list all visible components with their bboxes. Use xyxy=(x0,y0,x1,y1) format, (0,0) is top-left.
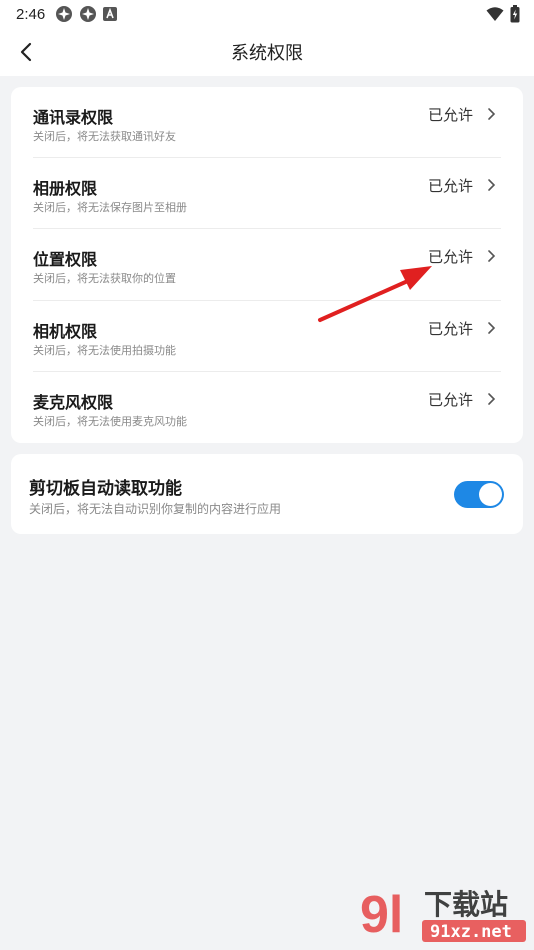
permission-desc: 关闭后，将无法获取你的位置 xyxy=(33,272,176,286)
permission-status: 已允许 xyxy=(427,106,473,124)
permission-desc: 关闭后，将无法获取通讯好友 xyxy=(33,130,176,143)
clipboard-title: 剪切板自动读取功能 xyxy=(29,479,182,499)
status-bar: 2:46 xyxy=(0,0,534,28)
a-letter-notification-icon xyxy=(103,7,118,21)
app-notification-icon xyxy=(80,6,97,22)
permission-title: 相机权限 xyxy=(33,321,98,341)
clipboard-toggle[interactable] xyxy=(454,481,504,508)
watermark-logo-text: 9l xyxy=(360,886,403,944)
permission-title: 麦克风权限 xyxy=(33,392,114,412)
permission-status: 已允许 xyxy=(427,177,473,196)
permission-title: 相册权限 xyxy=(33,179,98,199)
site-watermark: 9l 下载站 91xz.net xyxy=(358,880,528,946)
permission-row-location[interactable]: 位置权限 关闭后，将无法获取你的位置 已允许 xyxy=(33,229,501,301)
chevron-right-icon xyxy=(488,250,496,263)
permission-title: 位置权限 xyxy=(33,250,98,270)
battery-charging-icon xyxy=(510,5,520,23)
page-title: 系统权限 xyxy=(231,43,303,64)
chevron-right-icon xyxy=(488,392,496,405)
permission-row-microphone[interactable]: 麦克风权限 关闭后，将无法使用麦克风功能 已允许 xyxy=(33,372,501,443)
status-icons-right xyxy=(486,5,520,23)
clipboard-desc: 关闭后，将无法自动识别你复制的内容进行应用 xyxy=(29,502,282,516)
chevron-right-icon xyxy=(488,179,496,191)
permissions-card: 通讯录权限 关闭后，将无法获取通讯好友 已允许 相册权限 关闭后，将无法保存图片… xyxy=(11,87,523,443)
toggle-knob xyxy=(479,483,502,506)
permission-desc: 关闭后，将无法使用拍摄功能 xyxy=(33,343,176,357)
permission-row-album[interactable]: 相册权限 关闭后，将无法保存图片至相册 已允许 xyxy=(33,158,501,230)
permission-row-contacts[interactable]: 通讯录权限 关闭后，将无法获取通讯好友 已允许 xyxy=(33,87,501,159)
watermark-site-text: 91xz.net xyxy=(430,922,512,942)
status-icons-left xyxy=(55,5,118,23)
permission-title: 通讯录权限 xyxy=(33,108,114,127)
clipboard-card: 剪切板自动读取功能 关闭后，将无法自动识别你复制的内容进行应用 xyxy=(11,454,523,534)
permission-status: 已允许 xyxy=(427,319,473,338)
chevron-right-icon xyxy=(488,321,496,334)
permission-row-camera[interactable]: 相机权限 关闭后，将无法使用拍摄功能 已允许 xyxy=(33,301,501,372)
permission-desc: 关闭后，将无法使用麦克风功能 xyxy=(33,414,187,428)
watermark-brand-text: 下载站 xyxy=(424,888,508,921)
watermark-logo-icon: 9l 下载站 91xz.net xyxy=(360,886,526,944)
chevron-right-icon xyxy=(488,108,496,120)
back-button[interactable] xyxy=(12,38,40,66)
permission-status: 已允许 xyxy=(427,390,473,409)
chevron-left-icon xyxy=(20,42,32,62)
status-time: 2:46 xyxy=(16,5,46,23)
permission-status: 已允许 xyxy=(427,248,473,267)
permission-desc: 关闭后，将无法保存图片至相册 xyxy=(33,201,187,215)
wifi-icon xyxy=(486,7,504,21)
nav-bar: 系统权限 xyxy=(0,28,534,76)
app-notification-icon xyxy=(56,6,73,22)
